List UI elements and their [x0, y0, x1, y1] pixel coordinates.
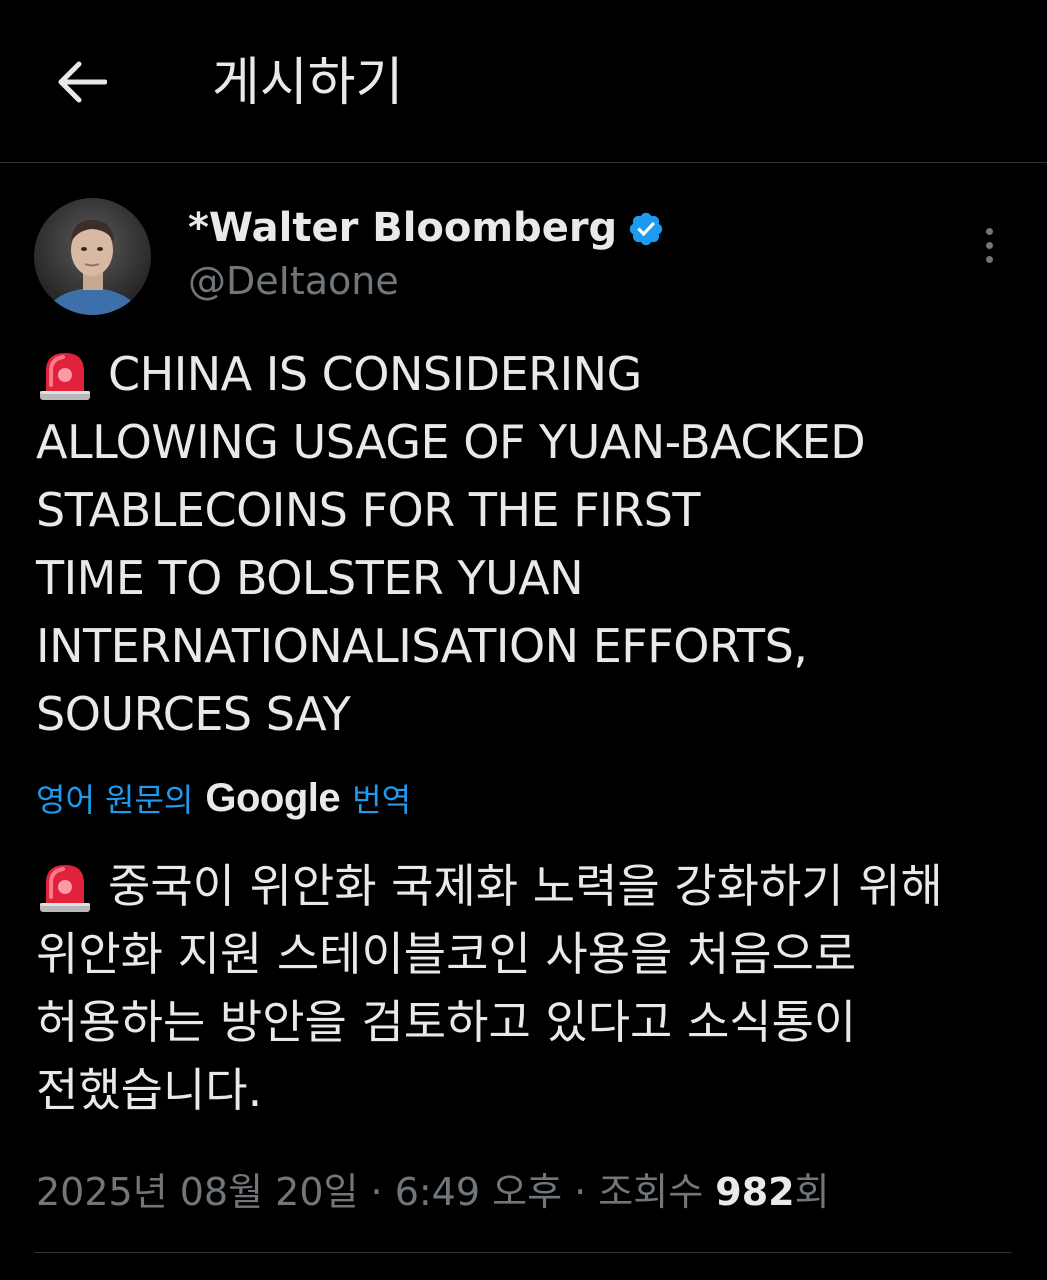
verified-badge-icon	[629, 212, 663, 246]
translated-line: 전했습니다.	[36, 1063, 263, 1117]
translation-attribution: 영어 원문의 Google 번역	[36, 772, 411, 824]
author-name: *Walter Bloomberg	[188, 205, 618, 251]
author-handle[interactable]: @DeItaone	[188, 258, 399, 304]
more-dot	[985, 255, 993, 263]
siren-icon	[40, 352, 90, 400]
translate-action[interactable]: 번역	[352, 775, 411, 821]
more-dots-icon	[985, 227, 993, 235]
tweet-line: ALLOWING USAGE OF YUAN-BACKED	[36, 415, 866, 469]
post-detail-page: 게시하기 *Walter Bloomberg @DeItaone CHINA I…	[0, 0, 1047, 1280]
more-dot	[985, 241, 993, 249]
tweet-line-text: CHINA IS CONSIDERING	[108, 347, 642, 401]
translated-line: 위안화 지원 스테이블코인 사용을 처음으로	[36, 927, 857, 981]
views-label: 조회수	[598, 1170, 704, 1214]
tweet-line: CHINA IS CONSIDERING	[36, 340, 1016, 408]
google-logo: Google	[205, 775, 341, 820]
source-language-label[interactable]: 영어 원문의	[36, 775, 193, 821]
avatar[interactable]	[34, 198, 151, 315]
profile-photo	[34, 198, 151, 315]
tweet-line: TIME TO BOLSTER YUAN	[36, 551, 584, 605]
siren-icon	[40, 864, 90, 912]
page-title: 게시하기	[212, 53, 404, 113]
translated-line-text: 중국이 위안화 국제화 노력을 강화하기 위해	[108, 859, 943, 913]
more-options-button[interactable]	[968, 222, 1010, 268]
tweet-line: SOURCES SAY	[36, 687, 351, 741]
translated-text: 중국이 위안화 국제화 노력을 강화하기 위해 위안화 지원 스테이블코인 사용…	[36, 852, 1016, 1124]
translated-line: 허용하는 방안을 검토하고 있다고 소식통이	[36, 995, 857, 1049]
tweet-line: INTERNATIONALISATION EFFORTS,	[36, 619, 808, 673]
tweet-line: STABLECOINS FOR THE FIRST	[36, 483, 700, 537]
meta-separator: ·	[358, 1170, 395, 1214]
views-count[interactable]: 982	[715, 1170, 794, 1214]
translated-line: 중국이 위안화 국제화 노력을 강화하기 위해	[36, 852, 1016, 920]
back-button[interactable]	[48, 52, 114, 112]
arrow-left-icon	[58, 61, 107, 103]
post-time[interactable]: 6:49 오후	[395, 1170, 562, 1214]
post-meta: 2025년 08월 20일 · 6:49 오후 · 조회수 982회	[36, 1162, 830, 1222]
author-name-row[interactable]: *Walter Bloomberg	[188, 204, 665, 252]
post-date[interactable]: 2025년 08월 20일	[36, 1170, 358, 1214]
top-app-bar: 게시하기	[0, 0, 1047, 163]
divider	[34, 1252, 1012, 1253]
meta-separator: ·	[562, 1170, 599, 1214]
views-suffix: 회	[794, 1170, 830, 1214]
tweet-text: CHINA IS CONSIDERING ALLOWING USAGE OF Y…	[36, 340, 1016, 748]
